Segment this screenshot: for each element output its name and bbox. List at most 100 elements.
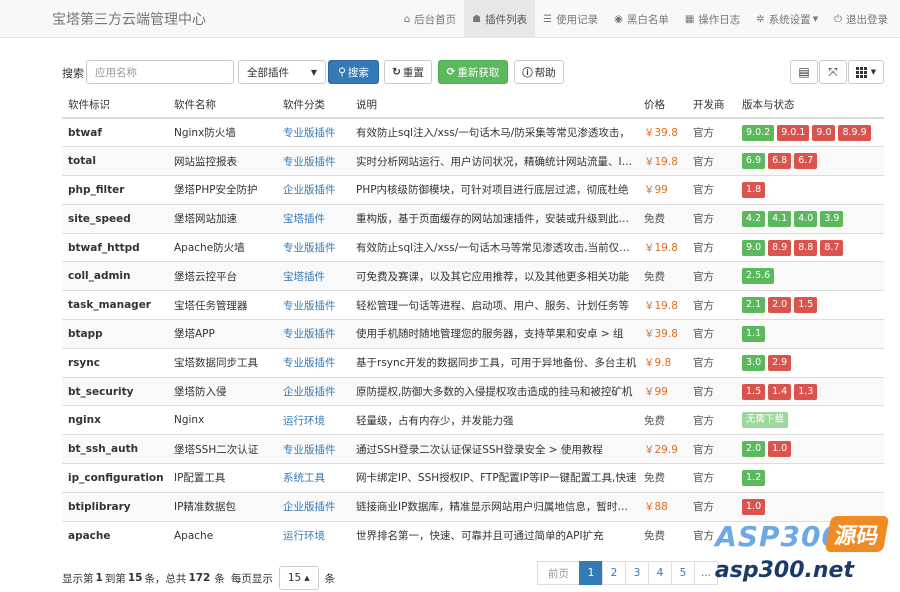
page-button[interactable]: 5 bbox=[671, 561, 695, 585]
plugin-name: IP配置工具 bbox=[168, 463, 277, 493]
plugin-id: php_filter bbox=[62, 175, 168, 205]
version-badge[interactable]: 2.9 bbox=[768, 354, 792, 371]
version-badge[interactable]: 3.9 bbox=[820, 210, 844, 227]
plugin-category[interactable]: 宝塔插件 bbox=[277, 203, 350, 234]
version-badge[interactable]: 2.5.6 bbox=[742, 268, 775, 285]
plugin-price: 免费 bbox=[638, 261, 687, 291]
table-row[interactable]: rsync 宝塔数据同步工具 专业版插件 基于rsync开发的数据同步工具，可用于异地… bbox=[62, 347, 884, 378]
version-badge[interactable]: 9.0 bbox=[742, 239, 766, 256]
search-button[interactable]: ⚲ 搜索 bbox=[328, 60, 379, 84]
plugin-category[interactable]: 专业版插件 bbox=[277, 146, 350, 176]
nav-item-0[interactable]: ⌂ 后台首页 bbox=[396, 0, 464, 38]
plugin-id: btiplibrary bbox=[62, 491, 168, 522]
version-badge[interactable]: 1.4 bbox=[768, 383, 792, 400]
plugin-category[interactable]: 专业版插件 bbox=[277, 347, 350, 378]
version-badge[interactable]: 2.1 bbox=[742, 297, 766, 314]
table-row[interactable]: btapp 堡塔APP 专业版插件 使用手机随时随地管理您的服务器，支持苹果和安卓 >… bbox=[62, 319, 884, 349]
page-button[interactable]: 3 bbox=[625, 561, 649, 585]
version-badge[interactable]: 1.2 bbox=[742, 469, 766, 486]
version-badge[interactable]: 1.5 bbox=[742, 383, 766, 400]
version-badge[interactable]: 9.0 bbox=[812, 124, 836, 141]
version-badge[interactable]: 无需下载 bbox=[742, 412, 789, 429]
column-header[interactable]: 软件名称 bbox=[168, 92, 277, 119]
plugin-category[interactable]: 专业版插件 bbox=[277, 434, 350, 464]
version-badge[interactable]: 8.7 bbox=[820, 239, 844, 256]
toggle-view-button[interactable]: ▤ bbox=[790, 60, 818, 84]
nav-item-1[interactable]: ☗ 插件列表 bbox=[464, 0, 536, 38]
column-header[interactable]: 软件标识 bbox=[62, 92, 168, 119]
plugin-category[interactable]: 运行环境 bbox=[277, 405, 350, 435]
table-row[interactable]: nginx Nginx 运行环境 轻量级，占有内存少，并发能力强 免费 官方 无需下载 bbox=[62, 405, 884, 435]
plugin-table: 软件标识 软件名称 软件分类 说明 价格 开发商 版本与状态 btwaf Nginx防火墙 专业… bbox=[62, 92, 884, 550]
list-icon: ☰ bbox=[543, 13, 553, 25]
prev-page-button[interactable]: 前页 bbox=[537, 561, 580, 585]
nav-item-5[interactable]: ✲ 系统设置 ▼ bbox=[748, 0, 826, 38]
table-row[interactable]: btwaf_httpd Apache防火墙 专业版插件 有效防止sql注入/xss/一… bbox=[62, 232, 884, 262]
version-badge[interactable]: 1.8 bbox=[742, 181, 766, 198]
nav-item-2[interactable]: ☰ 使用记录 bbox=[535, 0, 606, 38]
table-row[interactable]: ip_configuration IP配置工具 系统工具 网卡绑定IP、SSH授权IP… bbox=[62, 463, 884, 493]
nav-item-6[interactable]: ⏻ 退出登录 bbox=[826, 0, 896, 38]
plugin-category[interactable]: 专业版插件 bbox=[277, 117, 350, 147]
plugin-category[interactable]: 系统工具 bbox=[277, 463, 350, 493]
version-badge[interactable]: 2.0 bbox=[742, 441, 766, 458]
per-page-label: 每页显示 bbox=[230, 572, 273, 585]
plugin-vendor: 官方 bbox=[687, 290, 736, 320]
category-select[interactable]: 全部插件 ▼ bbox=[238, 60, 326, 84]
version-badge[interactable]: 2.0 bbox=[768, 297, 792, 314]
column-header[interactable]: 说明 bbox=[350, 92, 638, 119]
version-badge[interactable]: 6.7 bbox=[794, 153, 818, 170]
version-badge[interactable]: 3.0 bbox=[742, 354, 766, 371]
columns-button[interactable]: ▼ bbox=[848, 60, 884, 84]
plugin-category[interactable]: 专业版插件 bbox=[277, 232, 350, 262]
refetch-button[interactable]: ⟳ 重新获取 bbox=[438, 60, 508, 84]
column-header[interactable]: 开发商 bbox=[687, 92, 736, 119]
version-badge[interactable]: 1.1 bbox=[742, 325, 766, 342]
plugin-category[interactable]: 企业版插件 bbox=[277, 491, 350, 522]
version-badge[interactable]: 4.0 bbox=[794, 210, 818, 227]
search-input[interactable]: 应用名称 bbox=[86, 60, 234, 84]
version-badge[interactable]: 1.0 bbox=[742, 498, 766, 515]
plugin-category[interactable]: 运行环境 bbox=[277, 520, 350, 550]
version-badge[interactable]: 1.0 bbox=[768, 441, 792, 458]
table-row[interactable]: site_speed 堡塔网站加速 宝塔插件 重构版，基于页面缓存的网站加速插件，安装… bbox=[62, 203, 884, 234]
reset-button[interactable]: ↻ 重置 bbox=[384, 60, 432, 84]
version-badge[interactable]: 1.5 bbox=[794, 297, 818, 314]
table-row[interactable]: php_filter 堡塔PHP安全防护 企业版插件 PHP内核级防御模块，可针对项目… bbox=[62, 175, 884, 205]
version-badge[interactable]: 6.8 bbox=[768, 153, 792, 170]
plugin-vendor: 官方 bbox=[687, 232, 736, 262]
version-badge[interactable]: 8.9 bbox=[768, 239, 792, 256]
per-page-select[interactable]: 15 ▲ bbox=[278, 566, 319, 590]
nav-item-3[interactable]: ◉ 黑白名单 bbox=[606, 0, 677, 38]
plugin-category[interactable]: 专业版插件 bbox=[277, 319, 350, 349]
table-row[interactable]: btwaf Nginx防火墙 专业版插件 有效防止sql注入/xss/一句话木马/防采… bbox=[62, 117, 884, 147]
page-button[interactable]: 4 bbox=[648, 561, 672, 585]
table-row[interactable]: bt_ssh_auth 堡塔SSH二次认证 专业版插件 通过SSH登录二次认证保证SS… bbox=[62, 434, 884, 464]
table-row[interactable]: coll_admin 堡塔云控平台 宝塔插件 可免费及赛课，以及其它应用推荐，以及其他… bbox=[62, 261, 884, 291]
plugin-category[interactable]: 专业版插件 bbox=[277, 290, 350, 320]
version-badge[interactable]: 8.8 bbox=[794, 239, 818, 256]
version-badge[interactable]: 8.9.9 bbox=[838, 124, 871, 141]
app-title[interactable]: 宝塔第三方云端管理中心 bbox=[52, 9, 206, 29]
help-button[interactable]: ⓘ 帮助 bbox=[514, 60, 564, 84]
table-row[interactable]: task_manager 宝塔任务管理器 专业版插件 轻松管理一句话等进程、启动项、用… bbox=[62, 290, 884, 320]
fullscreen-button[interactable]: ⤧ bbox=[819, 60, 847, 84]
column-header[interactable]: 版本与状态 bbox=[736, 92, 884, 119]
plugin-category[interactable]: 宝塔插件 bbox=[277, 261, 350, 291]
nav-item-4[interactable]: ▦ 操作日志 bbox=[677, 0, 748, 38]
version-badge[interactable]: 4.2 bbox=[742, 210, 766, 227]
page-button[interactable]: 1 bbox=[579, 561, 603, 585]
column-header[interactable]: 价格 bbox=[638, 92, 687, 119]
watermark-logo: ASP300 源码 asp300.net bbox=[700, 516, 890, 586]
version-badge[interactable]: 6.9 bbox=[742, 153, 766, 170]
plugin-category[interactable]: 企业版插件 bbox=[277, 175, 350, 205]
plugin-category[interactable]: 企业版插件 bbox=[277, 376, 350, 406]
version-badge[interactable]: 4.1 bbox=[768, 210, 792, 227]
column-header[interactable]: 软件分类 bbox=[277, 92, 350, 119]
table-row[interactable]: bt_security 堡塔防入侵 企业版插件 原防提权,防御大多数的入侵提权攻击造成… bbox=[62, 376, 884, 406]
version-badge[interactable]: 9.0.2 bbox=[742, 124, 775, 141]
version-badge[interactable]: 9.0.1 bbox=[777, 124, 810, 141]
table-row[interactable]: total 网站监控报表 专业版插件 实时分析网站运行、用户访问状况，精确统计网站流量… bbox=[62, 146, 884, 176]
version-badge[interactable]: 1.3 bbox=[794, 383, 818, 400]
page-button[interactable]: 2 bbox=[602, 561, 626, 585]
